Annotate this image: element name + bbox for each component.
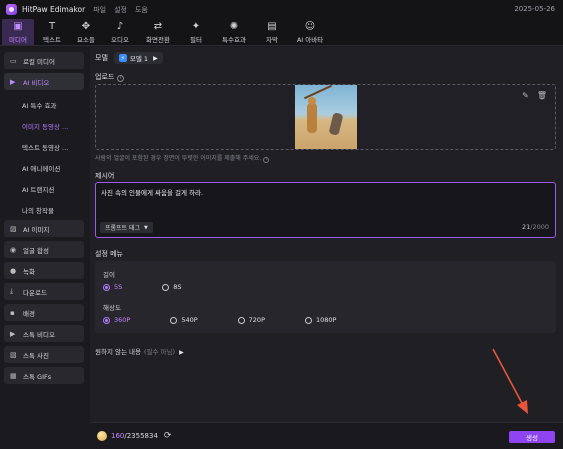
annotation-arrow (492, 348, 528, 414)
